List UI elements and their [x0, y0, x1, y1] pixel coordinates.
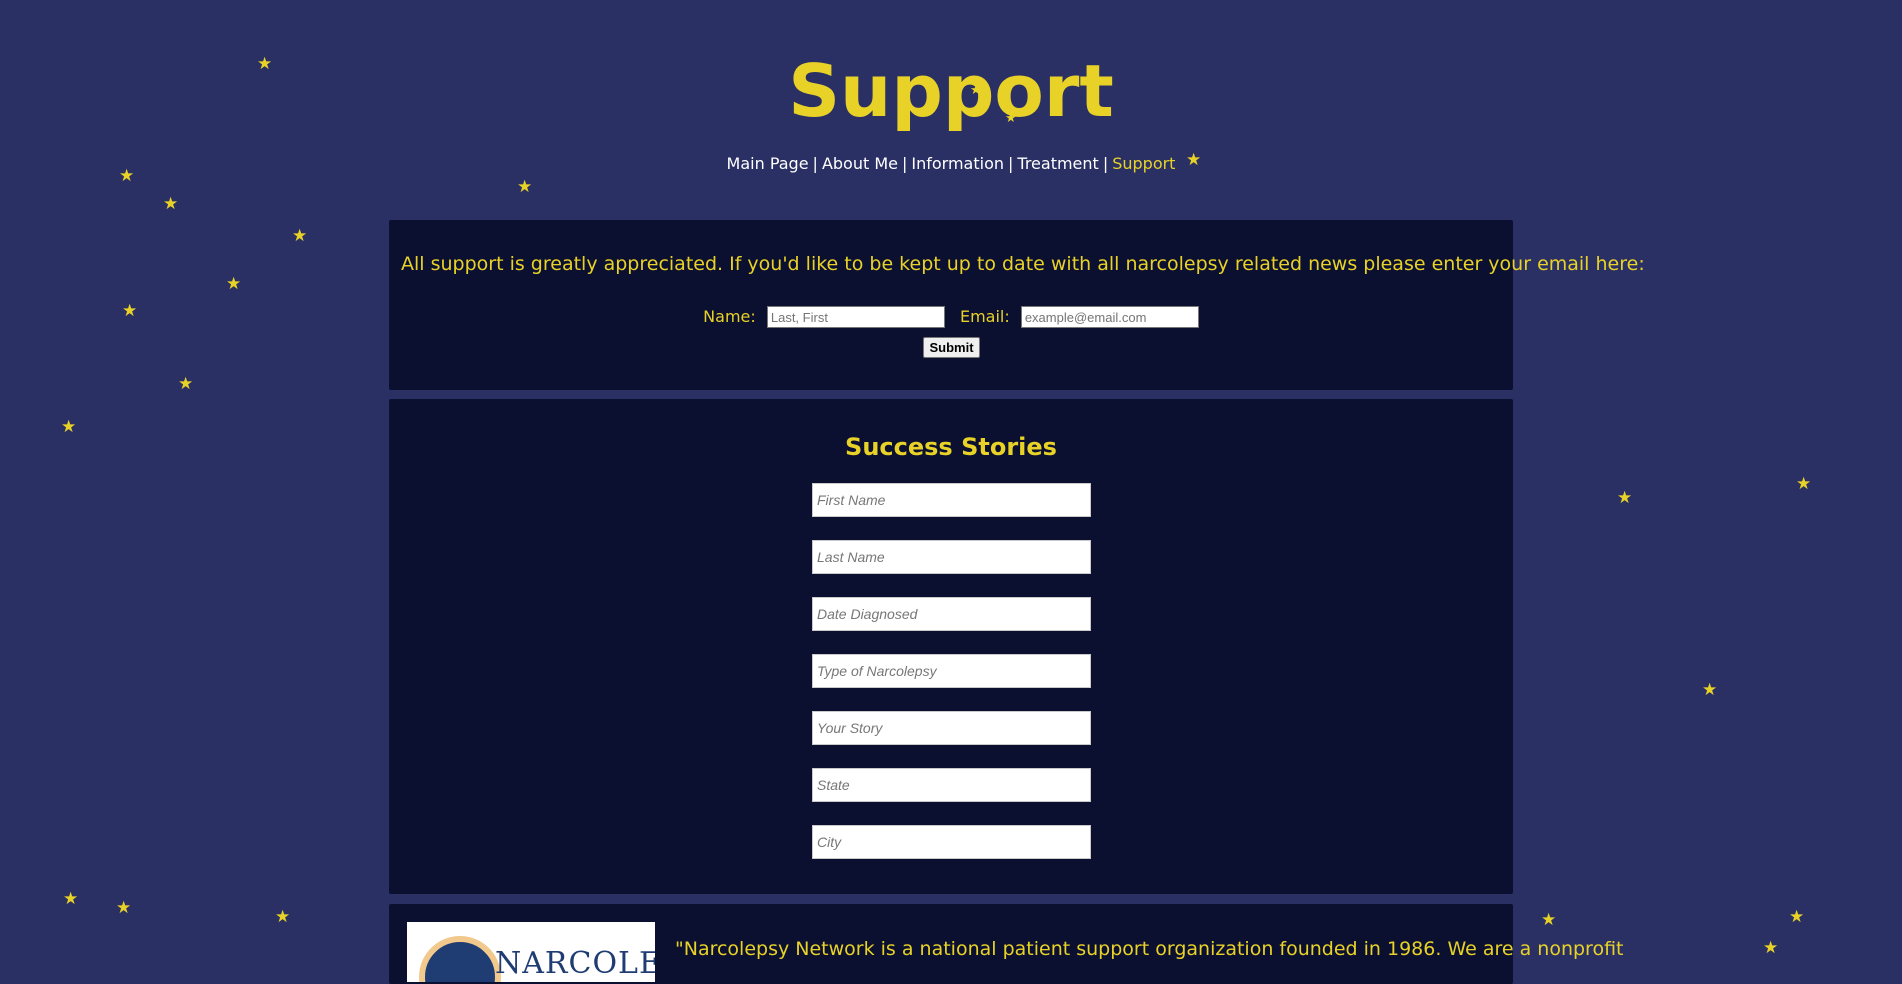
partner-quote: "Narcolepsy Network is a national patien…	[675, 938, 1624, 960]
star-icon: ★	[178, 374, 194, 394]
first-name-input[interactable]	[812, 483, 1091, 517]
star-icon: ★	[292, 226, 308, 246]
star-icon: ★	[63, 889, 79, 909]
nav-separator: |	[1008, 154, 1014, 173]
main-nav: Main Page | About Me | Information | Treatment…	[0, 154, 1902, 173]
star-icon: ★	[116, 898, 132, 918]
star-icon: ★	[1541, 910, 1557, 930]
star-icon: ★	[61, 417, 77, 437]
nav-link-support[interactable]: Support	[1112, 154, 1175, 173]
star-icon: ★	[226, 274, 242, 294]
nav-link-information[interactable]: Information	[911, 154, 1004, 173]
success-stories-title: Success Stories	[845, 433, 1057, 461]
your-story-input[interactable]	[812, 711, 1091, 745]
submit-button[interactable]: Submit	[923, 337, 980, 358]
email-label: Email:	[959, 306, 1010, 326]
star-icon: ★	[1789, 907, 1805, 927]
nav-separator: |	[1102, 154, 1109, 173]
nav-link-main-page[interactable]: Main Page	[727, 154, 809, 173]
success-stories-panel: Success Stories	[389, 399, 1513, 894]
name-label: Name:	[703, 306, 756, 326]
newsletter-panel: All support is greatly appreciated. If y…	[389, 220, 1645, 390]
star-icon: ★	[1702, 680, 1718, 700]
partner-panel: NARCOLEPSY "Narcolepsy Network is a nati…	[389, 904, 1624, 984]
star-icon: ★	[122, 301, 138, 321]
logo-emblem-icon	[419, 936, 501, 982]
star-icon: ★	[517, 177, 533, 197]
star-icon: ★	[275, 907, 291, 927]
newsletter-form-row: Name: Email:	[389, 306, 1513, 328]
state-input[interactable]	[812, 768, 1091, 802]
date-diagnosed-input[interactable]	[812, 597, 1091, 631]
narcolepsy-network-logo[interactable]: NARCOLEPSY	[407, 922, 655, 982]
star-icon: ★	[1796, 474, 1812, 494]
logo-text: NARCOLEPSY	[495, 946, 655, 981]
star-icon: ★	[1617, 488, 1633, 508]
email-input[interactable]	[1020, 306, 1199, 328]
nav-link-treatment[interactable]: Treatment	[1017, 154, 1098, 173]
nav-separator: |	[901, 154, 908, 173]
nav-link-about-me[interactable]: About Me	[822, 154, 898, 173]
page-title: Support	[788, 49, 1114, 133]
nav-separator: |	[812, 154, 818, 173]
star-icon: ★	[163, 194, 179, 214]
last-name-input[interactable]	[812, 540, 1091, 574]
newsletter-intro: All support is greatly appreciated. If y…	[401, 253, 1645, 275]
city-input[interactable]	[812, 825, 1091, 859]
star-icon: ★	[1763, 938, 1779, 958]
name-input[interactable]	[766, 306, 945, 328]
narcolepsy-type-input[interactable]	[812, 654, 1091, 688]
